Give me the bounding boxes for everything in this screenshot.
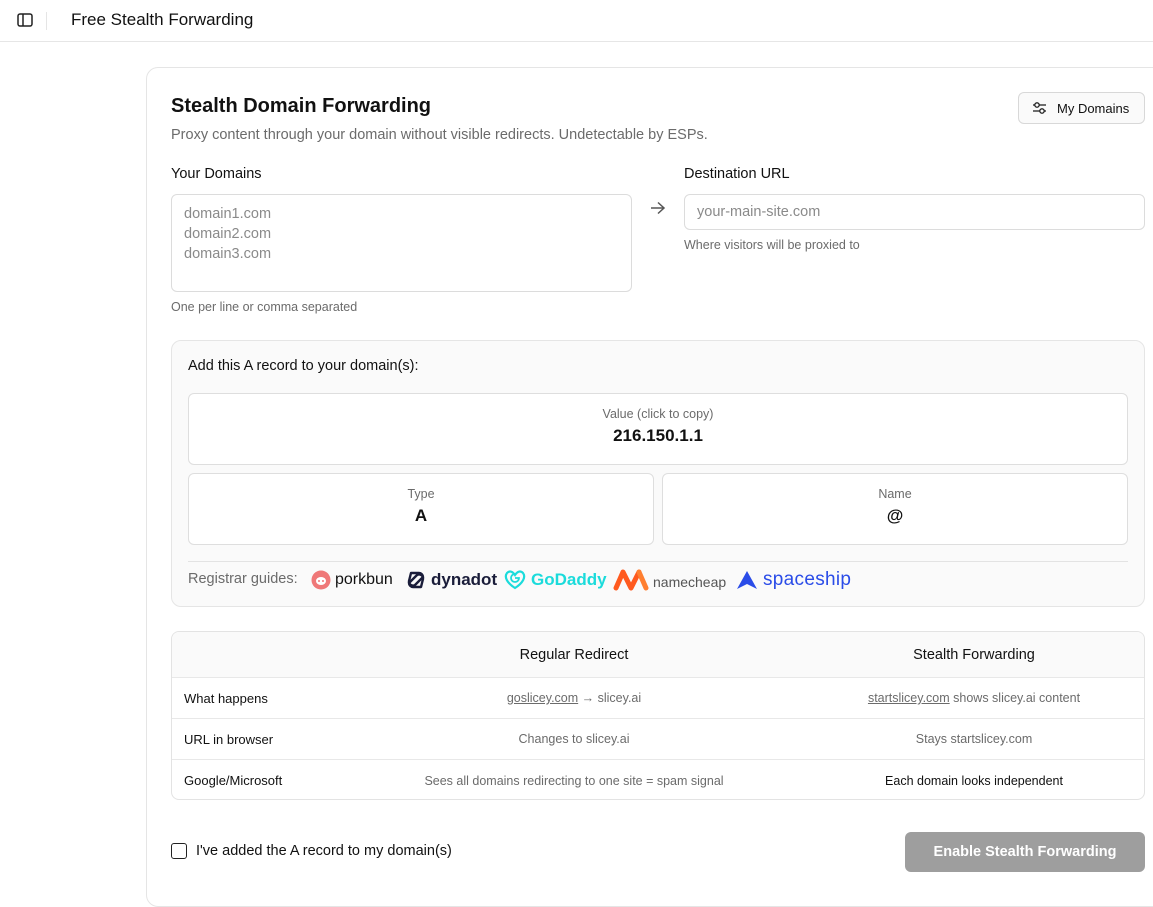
startslicey-link[interactable]: startslicey.com <box>868 691 950 705</box>
destination-hint: Where visitors will be proxied to <box>684 238 860 252</box>
header-regular-redirect: Regular Redirect <box>519 646 629 663</box>
panel-divider <box>188 561 1128 562</box>
record-type: A <box>414 506 428 525</box>
row-label: Google/Microsoft <box>184 773 283 788</box>
record-heading: Add this A record to your domain(s): <box>188 358 419 374</box>
enable-stealth-forwarding-button[interactable]: Enable Stealth Forwarding <box>905 832 1145 872</box>
spaceship-logo-icon <box>737 571 757 589</box>
table-header-row: Regular Redirect Stealth Forwarding <box>172 632 1144 678</box>
record-name: @ <box>886 506 904 525</box>
record-value-box[interactable]: Value (click to copy) 216.150.1.1 <box>188 393 1128 465</box>
confirm-label: I've added the A record to my domain(s) <box>196 843 452 859</box>
regular-cell: Sees all domains redirecting to one site… <box>424 773 724 788</box>
record-value: 216.150.1.1 <box>613 426 703 445</box>
regular-cell: Changes to slicey.ai <box>518 732 630 746</box>
my-domains-label: My Domains <box>1057 100 1130 116</box>
checkbox-box[interactable] <box>171 843 187 859</box>
namecheap-label: namecheap <box>653 574 727 590</box>
sliders-icon <box>1033 102 1046 114</box>
table-row: Google/Microsoft Sees all domains redire… <box>172 760 1144 799</box>
comparison-table: Regular Redirect Stealth Forwarding What… <box>171 631 1145 800</box>
regular-cell: goslicey.com → slicey.ai <box>374 678 774 718</box>
registrar-spaceship[interactable]: spaceship <box>735 566 851 594</box>
dynadot-logo-icon <box>407 571 425 589</box>
record-value-caption: Value (click to copy) <box>602 407 714 421</box>
destination-label: Destination URL <box>684 166 790 182</box>
godaddy-label: GoDaddy <box>531 570 607 589</box>
header-stealth-forwarding: Stealth Forwarding <box>913 646 1035 663</box>
domains-hint: One per line or comma separated <box>171 300 358 314</box>
domains-label: Your Domains <box>171 166 262 182</box>
registrar-porkbun[interactable]: porkbun <box>311 566 393 594</box>
page-title: Stealth Domain Forwarding <box>171 95 432 117</box>
record-name-box: Name @ <box>662 473 1128 545</box>
namecheap-logo-icon <box>613 569 649 591</box>
registrar-namecheap[interactable]: namecheap <box>613 566 726 594</box>
topbar-divider <box>46 12 47 30</box>
goslicey-link[interactable]: goslicey.com <box>507 691 578 705</box>
spaceship-label: spaceship <box>763 569 852 590</box>
record-type-box: Type A <box>188 473 654 545</box>
registrar-dynadot[interactable]: dynadot <box>405 566 497 594</box>
porkbun-label: porkbun <box>335 571 393 588</box>
table-row: URL in browser Changes to slicey.ai Stay… <box>172 719 1144 760</box>
app-title: Free Stealth Forwarding <box>71 10 254 29</box>
stealth-cell: Each domain looks independent <box>885 773 1063 788</box>
confirm-a-record-checkbox[interactable]: I've added the A record to my domain(s) <box>171 843 452 859</box>
sidebar-panel-icon <box>17 13 33 27</box>
stealth-cell-text: shows slicey.ai content <box>949 691 1081 705</box>
top-bar: Free Stealth Forwarding <box>0 0 1153 42</box>
destination-url-input[interactable] <box>684 194 1145 230</box>
row-label: What happens <box>184 690 268 706</box>
godaddy-logo-icon <box>504 570 526 590</box>
stealth-cell: Stays startslicey.com <box>915 732 1033 746</box>
dynadot-label: dynadot <box>431 570 498 589</box>
record-name-caption: Name <box>878 487 912 501</box>
sidebar-toggle-button[interactable] <box>14 10 36 30</box>
registrar-guides-label: Registrar guides: <box>188 571 298 587</box>
my-domains-button[interactable]: My Domains <box>1018 92 1145 124</box>
stealth-cell: startslicey.com shows slicey.ai content <box>774 678 1144 718</box>
regular-cell-text: → slicey.ai <box>578 691 642 705</box>
table-header-empty <box>184 632 374 677</box>
registrar-godaddy[interactable]: GoDaddy <box>503 566 607 594</box>
arrow-right-icon <box>651 201 666 215</box>
record-type-caption: Type <box>407 487 435 501</box>
row-label: URL in browser <box>184 731 274 747</box>
porkbun-logo-icon <box>311 570 331 590</box>
table-row: What happens goslicey.com → slicey.ai st… <box>172 678 1144 719</box>
domains-textarea[interactable] <box>171 194 632 292</box>
page-subtitle: Proxy content through your domain withou… <box>171 127 708 143</box>
